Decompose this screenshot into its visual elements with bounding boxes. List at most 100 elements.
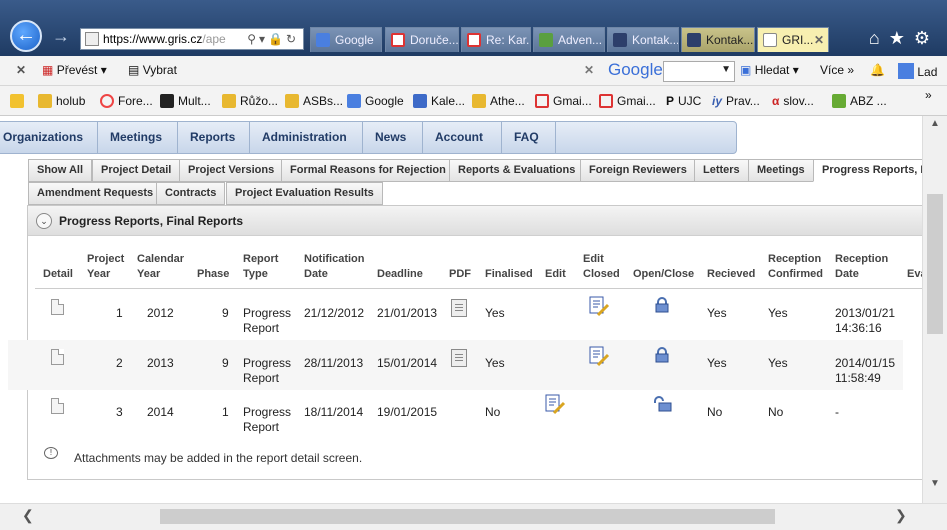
browser-tab-gmail-2[interactable]: Re: Kar... [461,27,531,52]
subtab-project-detail[interactable]: Project Detail [92,159,181,182]
col-pdf: PDF [449,268,471,280]
scroll-down-icon[interactable]: ▼ [930,478,940,489]
fav-item[interactable]: Athe... [472,94,525,108]
scroll-right-icon[interactable]: ❯ [895,507,907,524]
col-edit-closed-2: Closed [583,268,620,280]
prevest-button[interactable]: ▦ Převést ▾ [42,63,107,77]
fav-item[interactable]: Růžo... [222,94,278,108]
google-icon [316,33,330,47]
tab-label: Kontak... [706,33,754,47]
vice-button[interactable]: Více » [820,63,854,77]
fav-item[interactable]: Gmai... [599,94,656,108]
browser-tab-kontakt[interactable]: Kontak... [607,27,679,52]
star-icon[interactable]: ★ [889,28,914,48]
subtab-letters[interactable]: Letters [694,159,749,182]
cell-calendar-year: 2014 [147,405,174,419]
tab-label: Re: Kar... [486,33,530,47]
nav-organizations[interactable]: Organizations [0,122,98,153]
horizontal-scroll-thumb[interactable] [160,509,775,524]
browser-tab-gris[interactable]: GRI... ✕ [757,27,829,52]
browser-tab-gmail[interactable]: Doruče... [385,27,459,52]
pdf-icon[interactable] [451,349,467,367]
lock-open-icon[interactable] [653,396,673,412]
cell-project-year: 2 [116,356,123,370]
gear-icon[interactable]: ⚙ [914,28,939,48]
edit-closed-icon[interactable] [588,345,610,367]
browser-tab-google[interactable]: Google [310,27,382,52]
google-logo: Google [608,60,663,79]
subtab-contracts[interactable]: Contracts [156,182,226,205]
scroll-up-icon[interactable]: ▲ [930,118,940,129]
cell-finalised: Yes [485,306,505,320]
edit-closed-icon[interactable] [588,295,610,317]
col-notification-date: Notification [304,253,365,265]
nav-news[interactable]: News [363,122,423,153]
detail-document-icon[interactable] [51,299,64,315]
close-tab-icon[interactable]: ✕ [814,28,824,52]
bell-icon[interactable]: 🔔 [870,63,885,77]
info-note-icon: ! [44,447,58,459]
fav-item[interactable]: ABZ ... [832,94,887,108]
subtab-formal-reasons[interactable]: Formal Reasons for Rejection [281,159,455,182]
edit-icon[interactable] [544,393,566,415]
browser-tab-adventure[interactable]: Adven... [533,27,605,52]
fav-item[interactable]: Mult... [160,94,211,108]
vybrat-button[interactable]: ▤ Vybrat [128,63,177,77]
close-toolbar-icon[interactable]: ✕ [16,63,26,77]
col-project-year-2: Year [87,268,111,280]
horizontal-scrollbar[interactable]: ❮ ❯ [0,503,947,530]
page-viewport: Organizations Meetings Reports Administr… [0,116,922,503]
address-bar[interactable]: https://www.gris.cz/ape ⚲▾🔒↻ [80,28,304,50]
nav-reports[interactable]: Reports [178,122,250,153]
subtab-show-all[interactable]: Show All [28,159,93,182]
fav-item[interactable]: Gmai... [535,94,592,108]
nav-account[interactable]: Account [423,122,502,153]
google-g-icon: ▣ [740,63,752,77]
home-icon[interactable]: ⌂ [869,28,889,48]
subtab-reports-evaluations[interactable]: Reports & Evaluations [449,159,585,182]
nav-meetings[interactable]: Meetings [98,122,178,153]
pdf-icon[interactable] [451,299,467,317]
lock-closed-icon[interactable] [654,347,670,363]
subtab-progress-reports[interactable]: Progress Reports, F [813,159,922,182]
col-deadline: Deadline [377,268,423,280]
address-controls-icon[interactable]: ⚲▾🔒↻ [247,29,299,49]
subtab-foreign-reviewers[interactable]: Foreign Reviewers [580,159,696,182]
nav-faq[interactable]: FAQ [502,122,556,153]
user-menu[interactable]: Lad [898,63,937,79]
subtab-amendment-requests[interactable]: Amendment Requests [28,182,163,205]
fav-item[interactable]: Fore... [100,94,153,108]
fav-item[interactable]: P UJC [666,94,701,108]
cell-report-type: Progress [243,356,292,370]
google-search-input[interactable]: ▼ [663,61,735,82]
fav-item[interactable]: Kale... [413,94,465,108]
hledat-button[interactable]: ▣ Hledat ▾ [740,63,799,77]
gmail-icon [391,33,405,47]
vertical-scrollbar[interactable]: ▲ ▼ [922,116,947,503]
lock-closed-icon[interactable] [654,297,670,313]
collapse-chevron-icon[interactable]: ⌄ [36,213,52,229]
more-favorites-icon[interactable]: » [925,88,932,102]
nav-administration[interactable]: Administration [250,122,363,153]
fav-item[interactable]: Google [347,94,404,108]
subtab-project-evaluation-results[interactable]: Project Evaluation Results [226,182,383,205]
close-google-toolbar-icon[interactable]: ✕ [584,63,594,77]
fav-item[interactable]: α slov... [772,94,814,108]
subtab-project-versions[interactable]: Project Versions [179,159,284,182]
fav-item[interactable]: holub [38,94,85,108]
favorites-star-icon[interactable] [10,94,28,108]
detail-document-icon[interactable] [51,398,64,414]
abz-icon [832,94,846,108]
fav-item[interactable]: iy Prav... [712,94,760,108]
forward-button[interactable]: → [52,26,70,47]
scroll-left-icon[interactable]: ❮ [22,507,34,524]
subtab-meetings[interactable]: Meetings [748,159,814,182]
cell-calendar-year: 2013 [147,356,174,370]
back-button[interactable]: ← [10,20,42,52]
browser-tab-kontakt-2[interactable]: Kontak... [681,27,755,52]
chevron-down-icon[interactable]: ▼ [721,64,731,75]
vertical-scroll-thumb[interactable] [927,194,943,334]
fav-item[interactable]: ASBs... [285,94,343,108]
detail-document-icon[interactable] [51,349,64,365]
cell-calendar-year: 2012 [147,306,174,320]
